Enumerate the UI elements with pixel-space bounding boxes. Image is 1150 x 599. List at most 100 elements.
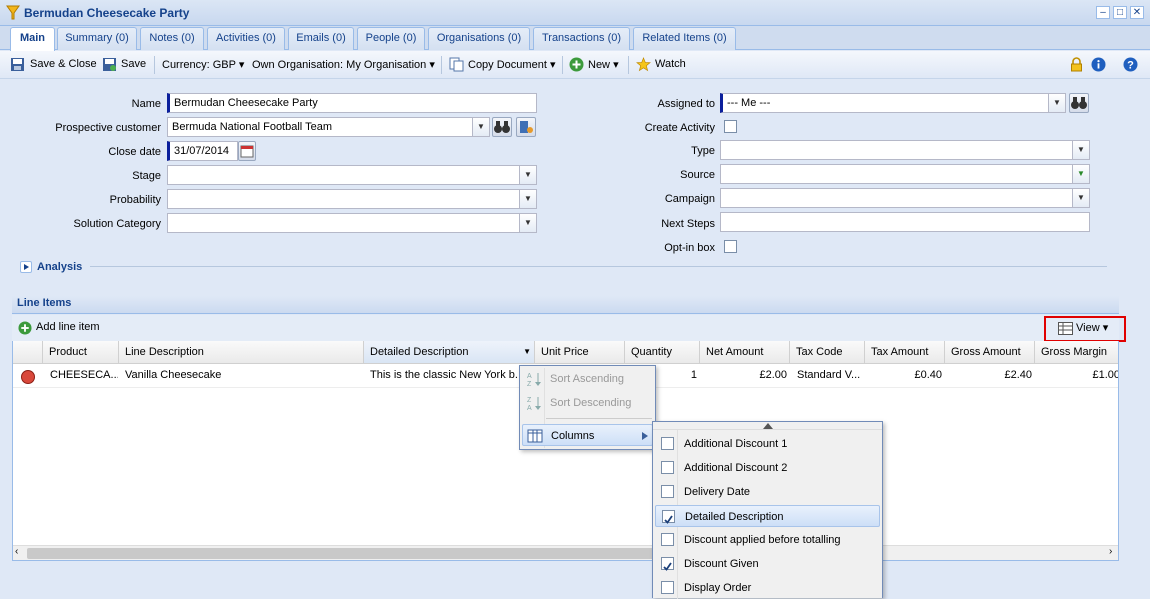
column-context-menu: AZ Sort Ascending ZA Sort Descending Col… xyxy=(519,365,656,450)
chevron-down-icon[interactable]: ▼ xyxy=(1072,141,1089,159)
save-close-button[interactable]: Save & Close xyxy=(30,58,97,70)
column-header-quantity[interactable]: Quantity xyxy=(625,341,700,364)
sort-ascending-item[interactable]: AZ Sort Ascending xyxy=(522,368,653,390)
tab-summary[interactable]: Summary (0) xyxy=(57,27,137,50)
customer-field[interactable]: Bermuda National Football Team ▼ xyxy=(167,117,490,137)
tab-related-items[interactable]: Related Items (0) xyxy=(633,27,736,50)
tab-strip: Main Summary (0) Notes (0) Activities (0… xyxy=(0,26,1150,51)
name-field[interactable]: Bermudan Cheesecake Party xyxy=(167,93,537,113)
chevron-down-icon[interactable]: ▼ xyxy=(1048,94,1065,112)
own-organisation-dropdown[interactable]: Own Organisation: My Organisation ▾ xyxy=(252,58,435,71)
column-header-tax-amount[interactable]: Tax Amount xyxy=(865,341,945,364)
chevron-down-icon[interactable]: ▼ xyxy=(519,214,536,232)
column-toggle-item[interactable]: Discount applied before totalling xyxy=(655,529,880,551)
horizontal-scrollbar[interactable]: ‹ › xyxy=(13,545,1118,560)
column-toggle-item[interactable]: Detailed Description xyxy=(655,505,880,527)
customer-lookup-button[interactable] xyxy=(492,117,512,137)
help-icon[interactable]: ? xyxy=(1123,57,1138,72)
column-toggle-checkbox[interactable] xyxy=(661,533,674,546)
column-toggle-label: Additional Discount 2 xyxy=(684,462,788,474)
tab-notes[interactable]: Notes (0) xyxy=(140,27,204,50)
column-header-unit-price[interactable]: Unit Price xyxy=(535,341,625,364)
campaign-label: Campaign xyxy=(664,193,715,205)
column-toggle-item[interactable]: Discount Given xyxy=(655,553,880,575)
column-header-product[interactable]: Product xyxy=(43,341,119,364)
column-toggle-item[interactable]: Display Order xyxy=(655,577,880,599)
create-activity-checkbox[interactable] xyxy=(724,120,737,133)
info-icon[interactable] xyxy=(1091,57,1106,72)
date-picker-button[interactable] xyxy=(238,141,256,161)
solution-category-dropdown[interactable]: ▼ xyxy=(167,213,537,233)
column-header-tax-code[interactable]: Tax Code xyxy=(790,341,865,364)
column-toggle-checkbox[interactable] xyxy=(661,581,674,594)
lock-icon[interactable] xyxy=(1069,57,1084,72)
column-header-line-description[interactable]: Line Description xyxy=(119,341,364,364)
save-button[interactable]: Save xyxy=(121,58,146,70)
optin-label: Opt-in box xyxy=(664,242,715,254)
line-items-toolbar: Add line item View ▾ xyxy=(12,315,1126,342)
column-toggle-checkbox[interactable] xyxy=(661,557,674,571)
cell-detailed-description: This is the classic New York b... xyxy=(370,369,520,381)
line-items-header: Line Items xyxy=(12,296,1119,314)
toolbar-separator xyxy=(562,56,563,74)
tab-emails[interactable]: Emails (0) xyxy=(288,27,354,50)
column-toggle-item[interactable]: Additional Discount 2 xyxy=(655,457,880,479)
copy-document-dropdown[interactable]: Copy Document ▾ xyxy=(468,58,555,71)
column-header-gross-margin[interactable]: Gross Margin xyxy=(1035,341,1118,364)
sort-descending-icon: ZA xyxy=(527,397,541,411)
chevron-down-icon[interactable]: ▼ xyxy=(1072,189,1089,207)
submenu-scroll-up[interactable] xyxy=(653,422,882,430)
column-header-net-amount[interactable]: Net Amount xyxy=(700,341,790,364)
tab-transactions[interactable]: Transactions (0) xyxy=(533,27,630,50)
column-toggle-item[interactable]: Delivery Date xyxy=(655,481,880,503)
column-toggle-checkbox[interactable] xyxy=(661,485,674,498)
assigned-to-dropdown[interactable]: --- Me --- ▼ xyxy=(720,93,1066,113)
optin-checkbox[interactable] xyxy=(724,240,737,253)
assigned-to-lookup-button[interactable] xyxy=(1069,93,1089,113)
close-button[interactable]: ✕ xyxy=(1130,6,1144,19)
analysis-section-title[interactable]: Analysis xyxy=(37,261,82,273)
customer-details-button[interactable] xyxy=(516,117,536,137)
column-toggle-checkbox[interactable] xyxy=(662,510,675,524)
svg-text:Z: Z xyxy=(527,397,532,404)
chevron-down-icon[interactable]: ▼ xyxy=(519,190,536,208)
column-toggle-checkbox[interactable] xyxy=(661,437,674,450)
chevron-down-add-icon[interactable]: ▼ xyxy=(1072,165,1089,183)
column-header-gross-amount[interactable]: Gross Amount xyxy=(945,341,1035,364)
cell-product: CHEESECA... xyxy=(50,369,118,381)
column-toggle-label: Detailed Description xyxy=(685,511,784,523)
expand-analysis-button[interactable] xyxy=(20,261,32,273)
tab-activities[interactable]: Activities (0) xyxy=(207,27,285,50)
watch-button[interactable]: Watch xyxy=(655,58,686,70)
stage-dropdown[interactable]: ▼ xyxy=(167,165,537,185)
view-label: View xyxy=(1076,322,1100,334)
window-titlebar: Bermudan Cheesecake Party – □ ✕ xyxy=(0,0,1150,26)
column-header-detailed-description[interactable]: Detailed Description ▼ xyxy=(364,341,535,364)
sort-descending-item[interactable]: ZA Sort Descending xyxy=(522,392,653,414)
view-dropdown[interactable]: View ▾ xyxy=(1076,321,1108,334)
new-dropdown[interactable]: New ▾ xyxy=(588,58,619,71)
source-dropdown[interactable]: ▼ xyxy=(720,164,1090,184)
currency-dropdown[interactable]: Currency: GBP ▾ xyxy=(162,58,244,71)
tab-main[interactable]: Main xyxy=(10,27,55,51)
tab-organisations[interactable]: Organisations (0) xyxy=(428,27,530,50)
chevron-down-icon[interactable]: ▼ xyxy=(519,166,536,184)
close-date-field[interactable]: 31/07/2014 xyxy=(167,141,238,161)
minimize-button[interactable]: – xyxy=(1096,6,1110,19)
scroll-right-icon[interactable]: › xyxy=(1109,546,1112,557)
add-line-item-button[interactable]: Add line item xyxy=(36,321,100,333)
tab-people[interactable]: People (0) xyxy=(357,27,425,50)
chevron-down-icon[interactable]: ▼ xyxy=(523,341,531,363)
type-dropdown[interactable]: ▼ xyxy=(720,140,1090,160)
stage-label: Stage xyxy=(132,170,161,182)
scrollbar-thumb[interactable] xyxy=(27,548,657,559)
campaign-dropdown[interactable]: ▼ xyxy=(720,188,1090,208)
next-steps-field[interactable] xyxy=(720,212,1090,232)
scroll-left-icon[interactable]: ‹ xyxy=(15,546,18,557)
chevron-down-icon[interactable]: ▼ xyxy=(472,118,489,136)
probability-dropdown[interactable]: ▼ xyxy=(167,189,537,209)
columns-item[interactable]: Columns xyxy=(522,424,653,446)
restore-button[interactable]: □ xyxy=(1113,6,1127,19)
column-toggle-checkbox[interactable] xyxy=(661,461,674,474)
column-toggle-item[interactable]: Additional Discount 1 xyxy=(655,433,880,455)
